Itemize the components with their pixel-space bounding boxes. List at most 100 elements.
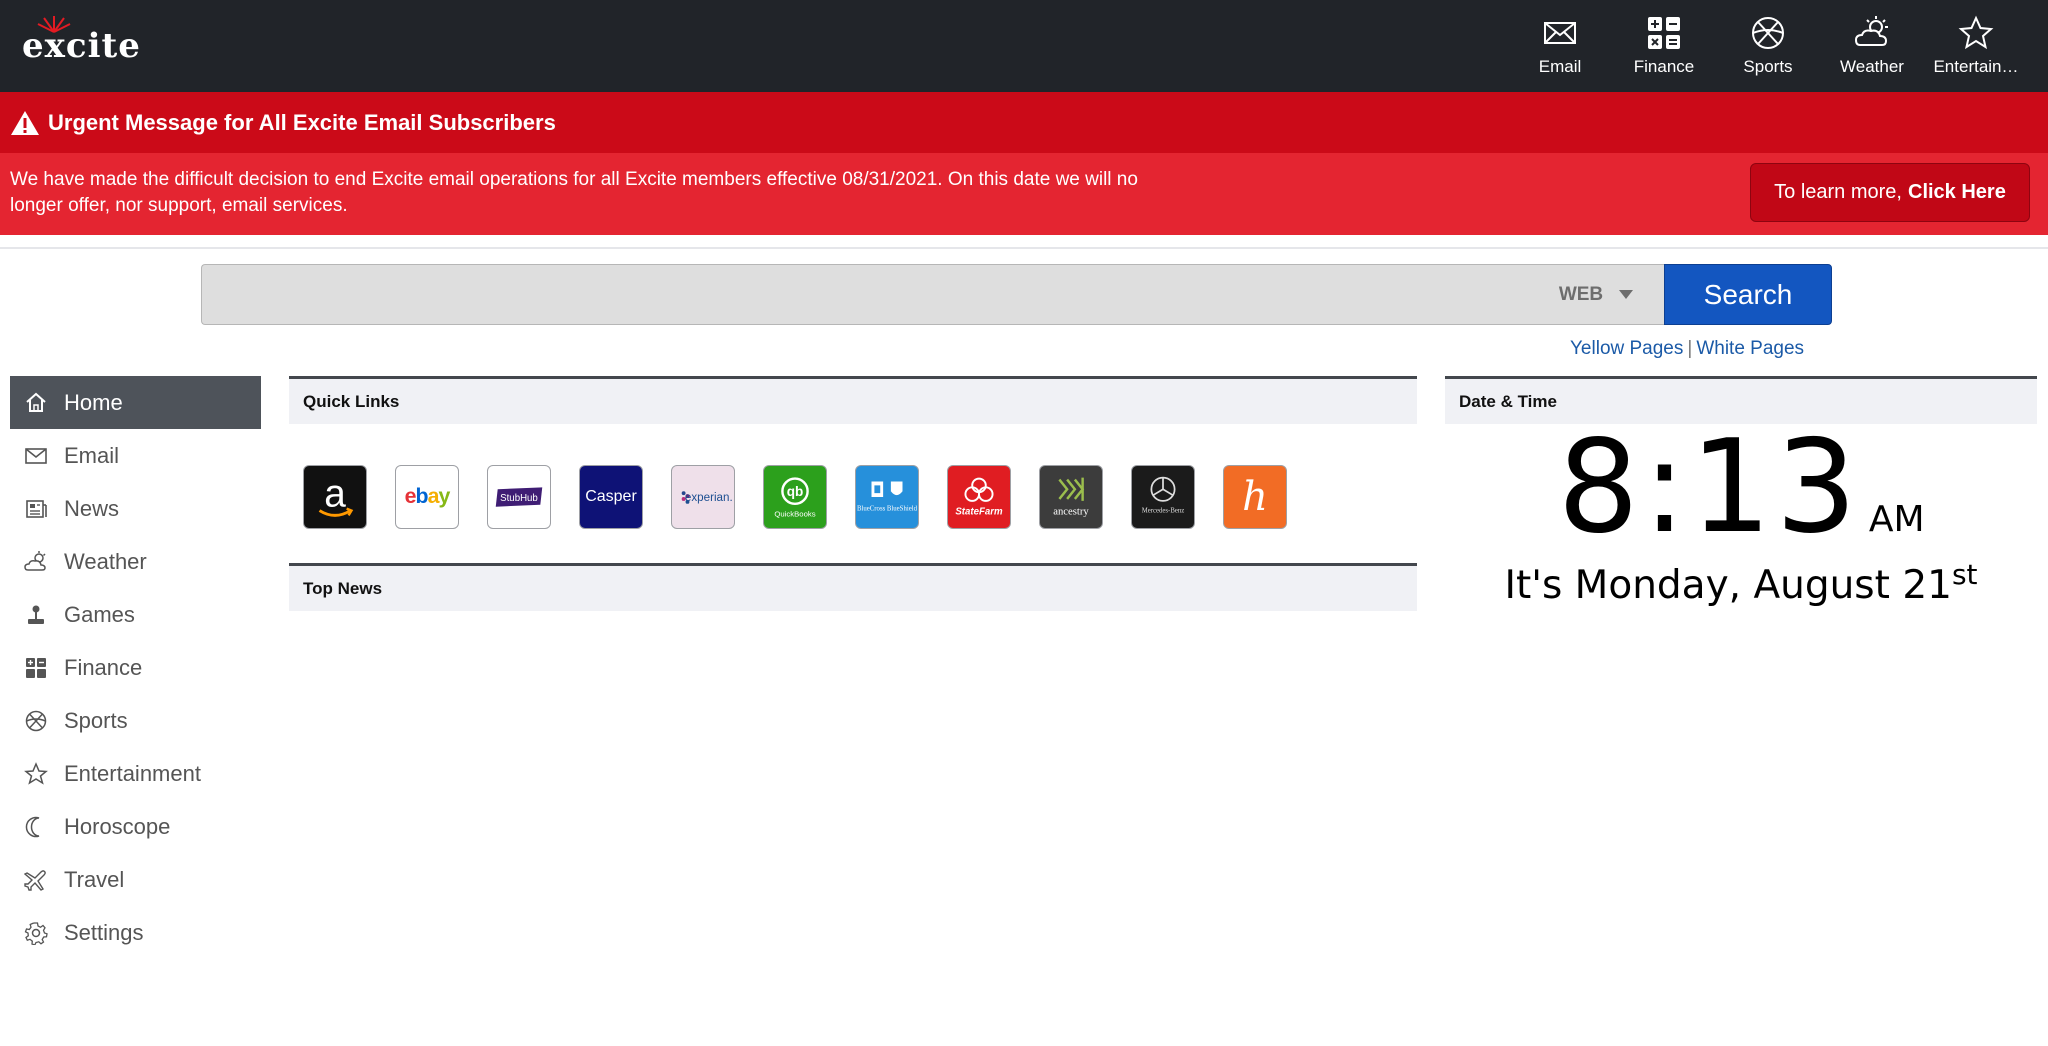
ebay-wordmark: ebay	[405, 484, 451, 508]
stubhub-wordmark: StubHub	[500, 493, 538, 504]
sidebar-item-label: Games	[64, 601, 135, 627]
sidebar-item-label: Home	[64, 389, 123, 415]
caret-down-icon	[1619, 290, 1634, 299]
search-input[interactable]	[201, 264, 1664, 325]
sidebar-item-travel[interactable]: Travel	[10, 853, 261, 906]
search-type-label: WEB	[1558, 284, 1604, 305]
learn-more-button[interactable]: To learn more, Click Here	[1750, 163, 2030, 222]
star-icon	[24, 761, 48, 785]
star-icon	[1958, 15, 1994, 50]
sidebar-item-home[interactable]: Home	[10, 376, 261, 429]
sidebar-item-label: Horoscope	[64, 813, 171, 839]
top-nav: Email Finance Sports Weather Entertain…	[1508, 0, 2028, 92]
topnav-email[interactable]: Email	[1508, 0, 1612, 92]
header-divider	[0, 247, 2048, 249]
svg-text:qb: qb	[787, 484, 804, 499]
alert-message: We have made the difficult decision to e…	[10, 169, 1138, 216]
sidebar-item-label: Weather	[64, 548, 147, 574]
quick-link-amazon[interactable]: a	[303, 465, 367, 529]
gear-icon	[24, 921, 48, 945]
yellow-pages-link[interactable]: Yellow Pages	[1570, 338, 1683, 359]
quick-links: a ebay StubHub Casper experian. qb QuickB…	[303, 465, 1315, 529]
statefarm-wordmark: StateFarm	[955, 506, 1003, 517]
bluecross-logo-icon: BlueCross BlueShield	[857, 481, 918, 513]
sidebar: Home Email News Weather Games Finance Sp…	[10, 376, 261, 959]
sidebar-item-finance[interactable]: Finance	[10, 641, 261, 694]
sidebar-item-label: Entertainment	[64, 760, 201, 786]
quick-link-stubhub[interactable]: StubHub	[487, 465, 551, 529]
quick-link-mercedes[interactable]: Mercedes-Benz	[1131, 465, 1195, 529]
topnav-sports[interactable]: Sports	[1716, 0, 1820, 92]
sidebar-item-news[interactable]: News	[10, 482, 261, 535]
envelope-icon	[1544, 22, 1576, 44]
learn-more-link: Click Here	[1908, 181, 2006, 203]
envelope-icon	[25, 447, 47, 464]
quick-link-bluecross[interactable]: BlueCross BlueShield	[855, 465, 919, 529]
sidebar-item-sports[interactable]: Sports	[10, 694, 261, 747]
ebay-logo-icon: ebay	[405, 484, 452, 508]
mercedes-wordmark: Mercedes-Benz	[1142, 508, 1184, 515]
sidebar-item-settings[interactable]: Settings	[10, 906, 261, 959]
clock-date: It's Monday, August 21st	[1445, 552, 2037, 609]
cloud-sun-icon	[24, 550, 46, 571]
sidebar-item-weather[interactable]: Weather	[10, 535, 261, 588]
search-bar: WEB Search	[201, 264, 1832, 325]
mercedes-logo-icon: Mercedes-Benz	[1142, 476, 1184, 515]
directory-links: Yellow Pages | White Pages	[1570, 338, 1804, 360]
experian-wordmark: experian.	[685, 491, 733, 504]
quick-link-honey[interactable]: h	[1223, 465, 1287, 529]
sidebar-item-label: Settings	[64, 919, 144, 945]
experian-logo-icon: experian.	[681, 491, 733, 504]
top-bar: excite Email Finance Sports Weather Ente…	[0, 0, 2048, 92]
cloud-sun-icon	[1854, 16, 1888, 46]
topnav-label: Email	[1538, 57, 1582, 76]
excite-logo[interactable]: excite	[22, 14, 142, 66]
topnav-label: Finance	[1633, 57, 1695, 76]
honey-letter: h	[1242, 474, 1268, 520]
quick-link-statefarm[interactable]: StateFarm	[947, 465, 1011, 529]
ancestry-wordmark: ancestry	[1053, 506, 1089, 517]
clock-ampm: AM	[1868, 499, 1925, 540]
learn-more-prefix: To learn more,	[1774, 181, 1902, 203]
sidebar-item-label: Finance	[64, 654, 143, 680]
clock-widget: 8:13 AM It's Monday, August 21st	[1445, 424, 2037, 609]
quick-link-experian[interactable]: experian.	[671, 465, 735, 529]
top-news-header: Top News	[289, 563, 1417, 611]
sidebar-item-games[interactable]: Games	[10, 588, 261, 641]
logo-text: excite	[22, 26, 141, 66]
sidebar-item-entertainment[interactable]: Entertainment	[10, 747, 261, 800]
sidebar-item-email[interactable]: Email	[10, 429, 261, 482]
calculator-icon	[26, 657, 46, 678]
amazon-letter: a	[324, 473, 346, 516]
bluecross-wordmark: BlueCross BlueShield	[857, 506, 918, 513]
clock-date-text: It's Monday, August 21	[1504, 563, 1952, 608]
topnav-finance[interactable]: Finance	[1612, 0, 1716, 92]
clock-time: 8:13	[1557, 413, 1861, 562]
home-icon	[26, 392, 46, 412]
quick-link-ebay[interactable]: ebay	[395, 465, 459, 529]
topnav-entertainment[interactable]: Entertain…	[1924, 0, 2028, 92]
plane-icon	[24, 869, 46, 891]
quick-link-casper[interactable]: Casper	[579, 465, 643, 529]
basketball-icon	[1752, 17, 1784, 49]
quick-link-quickbooks[interactable]: qb QuickBooks	[763, 465, 827, 529]
sidebar-item-label: News	[64, 495, 120, 521]
search-type-dropdown[interactable]: WEB	[1541, 278, 1651, 312]
white-pages-link[interactable]: White Pages	[1696, 338, 1804, 359]
amazon-logo-icon: a	[318, 473, 354, 517]
basketball-icon	[25, 710, 47, 731]
quick-links-header: Quick Links	[289, 376, 1417, 424]
sidebar-item-label: Sports	[64, 707, 128, 733]
topnav-label: Entertain…	[1933, 57, 2019, 76]
statefarm-logo-icon: StateFarm	[955, 477, 1003, 517]
search-button[interactable]: Search	[1664, 264, 1832, 325]
warning-icon	[11, 110, 39, 135]
alert-title: Urgent Message for All Excite Email Subs…	[48, 109, 556, 135]
topnav-weather[interactable]: Weather	[1820, 0, 1924, 92]
ancestry-logo-icon: ancestry	[1053, 477, 1089, 517]
casper-wordmark: Casper	[585, 488, 637, 505]
sidebar-item-horoscope[interactable]: Horoscope	[10, 800, 261, 853]
topnav-label: Weather	[1840, 57, 1904, 76]
quickbooks-wordmark: QuickBooks	[774, 509, 815, 518]
quick-link-ancestry[interactable]: ancestry	[1039, 465, 1103, 529]
